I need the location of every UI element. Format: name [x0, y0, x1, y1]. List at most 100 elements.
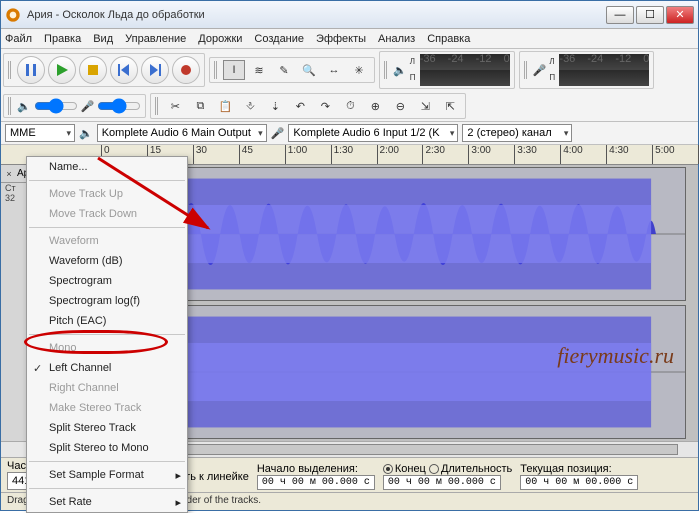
- ruler-tick: 5:00: [652, 145, 674, 164]
- ruler-tick: 2:30: [422, 145, 444, 164]
- input-device-combo[interactable]: Komplete Audio 6 Input 1/2 (K: [288, 124, 458, 142]
- context-item-waveform-db-[interactable]: Waveform (dB): [27, 251, 187, 271]
- silence-button[interactable]: ⇣: [264, 96, 286, 116]
- context-item-split-stereo-track[interactable]: Split Stereo Track: [27, 418, 187, 438]
- menu-control[interactable]: Управление: [125, 33, 186, 45]
- output-meter-r[interactable]: [420, 70, 510, 86]
- context-separator: [29, 488, 185, 489]
- context-item-name-[interactable]: Name...: [27, 157, 187, 177]
- input-volume-slider[interactable]: [97, 101, 141, 111]
- ruler-tick: 45: [239, 145, 253, 164]
- undo-button[interactable]: ↶: [289, 96, 311, 116]
- ruler-tick: 1:00: [285, 145, 307, 164]
- cut-button[interactable]: ✂: [164, 96, 186, 116]
- draw-tool[interactable]: ✎: [273, 60, 295, 80]
- timeshift-tool[interactable]: ↔: [323, 60, 345, 80]
- speaker-icon: 🔈: [393, 64, 407, 77]
- selection-start-value[interactable]: 00 ч 00 м 00.000 с: [257, 475, 375, 490]
- menu-file[interactable]: Файл: [5, 33, 32, 45]
- ruler-tick: 30: [193, 145, 207, 164]
- ruler-tick: 3:30: [514, 145, 536, 164]
- output-volume-slider[interactable]: [34, 101, 78, 111]
- fit-project-button[interactable]: ⇱: [439, 96, 461, 116]
- ruler-tick: 2:00: [377, 145, 399, 164]
- multi-tool[interactable]: ✳: [348, 60, 370, 80]
- waveform-area[interactable]: [101, 165, 698, 441]
- maximize-button[interactable]: ☐: [636, 6, 664, 24]
- selection-tool[interactable]: I: [223, 60, 245, 80]
- menu-analyze[interactable]: Анализ: [378, 33, 415, 45]
- output-device-combo[interactable]: Komplete Audio 6 Main Output: [97, 124, 267, 142]
- input-meter[interactable]: -36-24-120: [559, 54, 649, 70]
- zoom-in-button[interactable]: ⊕: [364, 96, 386, 116]
- record-button[interactable]: [172, 56, 200, 84]
- context-item-left-channel[interactable]: Left Channel: [27, 358, 187, 378]
- context-item-waveform: Waveform: [27, 231, 187, 251]
- copy-button[interactable]: ⧉: [189, 96, 211, 116]
- audio-position-label: Текущая позиция:: [520, 463, 638, 475]
- context-item-mono: Mono: [27, 338, 187, 358]
- speaker-device-icon: 🔈: [79, 127, 93, 140]
- menu-tracks[interactable]: Дорожки: [198, 33, 242, 45]
- menubar: Файл Правка Вид Управление Дорожки Созда…: [1, 29, 698, 49]
- menu-help[interactable]: Справка: [427, 33, 470, 45]
- sync-lock-button[interactable]: ⏱: [339, 96, 361, 116]
- input-channels-combo[interactable]: 2 (стерео) канал: [462, 124, 572, 142]
- window-title: Ария - Осколок Льда до обработки: [27, 9, 606, 21]
- context-item-spectrogram[interactable]: Spectrogram: [27, 271, 187, 291]
- waveform-left[interactable]: [103, 167, 686, 301]
- paste-button[interactable]: 📋: [214, 96, 236, 116]
- redo-button[interactable]: ↷: [314, 96, 336, 116]
- output-meter-toolbar: 🔈 Л-36-24-120 П: [379, 51, 515, 89]
- pause-button[interactable]: [17, 56, 45, 84]
- mic-icon: 🎤: [533, 64, 547, 77]
- ruler-tick: 4:00: [560, 145, 582, 164]
- menu-generate[interactable]: Создание: [254, 33, 304, 45]
- speaker-vol-icon: 🔈: [17, 100, 31, 113]
- context-item-pitch-eac-[interactable]: Pitch (EAC): [27, 311, 187, 331]
- zoom-tool[interactable]: 🔍: [298, 60, 320, 80]
- context-item-set-sample-format[interactable]: Set Sample Format: [27, 465, 187, 485]
- input-meter-r[interactable]: [559, 70, 649, 86]
- tools-toolbar: I ≋ ✎ 🔍 ↔ ✳: [209, 57, 375, 83]
- stop-button[interactable]: [79, 56, 107, 84]
- context-item-set-rate[interactable]: Set Rate: [27, 492, 187, 512]
- trim-button[interactable]: ⎀: [239, 96, 261, 116]
- context-item-spectrogram-log-f-[interactable]: Spectrogram log(f): [27, 291, 187, 311]
- close-button[interactable]: ✕: [666, 6, 694, 24]
- titlebar: Ария - Осколок Льда до обработки — ☐ ✕: [1, 1, 698, 29]
- fit-selection-button[interactable]: ⇲: [414, 96, 436, 116]
- context-separator: [29, 180, 185, 181]
- track-close-icon[interactable]: ×: [3, 169, 15, 179]
- minimize-button[interactable]: —: [606, 6, 634, 24]
- waveform-right[interactable]: [103, 305, 686, 439]
- menu-view[interactable]: Вид: [93, 33, 113, 45]
- context-item-split-stereo-to-mono[interactable]: Split Stereo to Mono: [27, 438, 187, 458]
- ruler-tick: 1:30: [331, 145, 353, 164]
- app-window: Ария - Осколок Льда до обработки — ☐ ✕ Ф…: [0, 0, 699, 511]
- context-separator: [29, 227, 185, 228]
- envelope-tool[interactable]: ≋: [248, 60, 270, 80]
- ruler-tick: 4:30: [606, 145, 628, 164]
- selection-start-label: Начало выделения:: [257, 463, 375, 475]
- length-radio[interactable]: [429, 464, 439, 474]
- mixer-toolbar: 🔈 🎤: [3, 94, 146, 118]
- context-item-make-stereo-track: Make Stereo Track: [27, 398, 187, 418]
- audio-host-combo[interactable]: MME: [5, 124, 75, 142]
- edit-toolbar: ✂ ⧉ 📋 ⎀ ⇣ ↶ ↷ ⏱ ⊕ ⊖ ⇲ ⇱: [150, 93, 466, 119]
- output-meter[interactable]: -36-24-120: [420, 54, 510, 70]
- menu-edit[interactable]: Правка: [44, 33, 81, 45]
- transport-toolbar: [3, 53, 205, 87]
- input-meter-toolbar: 🎤 Л-36-24-120 П: [519, 51, 655, 89]
- end-radio[interactable]: [383, 464, 393, 474]
- audio-position-value[interactable]: 00 ч 00 м 00.000 с: [520, 475, 638, 490]
- track-context-menu[interactable]: Name...Move Track UpMove Track DownWavef…: [26, 156, 188, 513]
- selection-end-value[interactable]: 00 ч 00 м 00.000 с: [383, 475, 501, 490]
- zoom-out-button[interactable]: ⊖: [389, 96, 411, 116]
- menu-effects[interactable]: Эффекты: [316, 33, 366, 45]
- skip-end-button[interactable]: [141, 56, 169, 84]
- skip-start-button[interactable]: [110, 56, 138, 84]
- play-button[interactable]: [48, 56, 76, 84]
- meter-right-label: П: [410, 73, 418, 83]
- toolbars: I ≋ ✎ 🔍 ↔ ✳ 🔈 Л-36-24-120 П 🎤 Л-36-24-12…: [1, 49, 698, 122]
